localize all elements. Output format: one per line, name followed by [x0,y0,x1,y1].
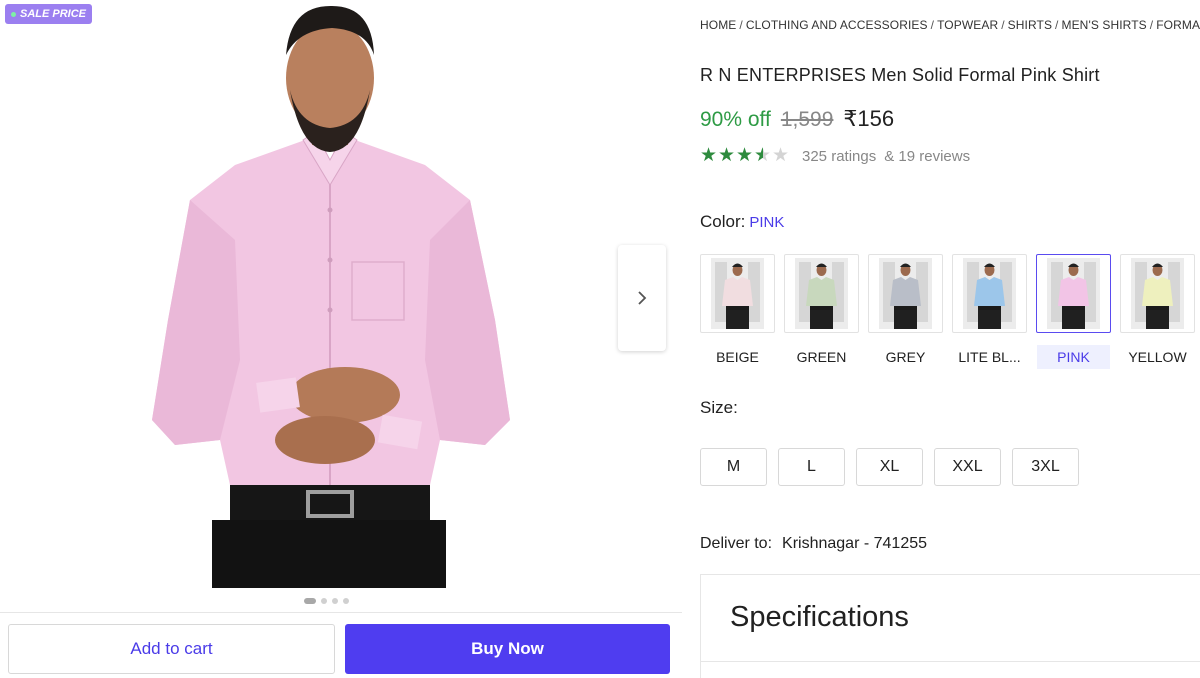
sale-badge-label: SALE PRICE [20,8,87,20]
buy-now-button[interactable]: Buy Now [345,624,670,674]
swatch-label: PINK [1037,345,1110,369]
star-icon: ★ [700,145,718,166]
size-options: M L XL XXL 3XL [700,448,1079,486]
size-option-button[interactable]: XL [856,448,923,486]
swatch-image [963,258,1016,329]
specifications-title: Specifications [730,601,909,633]
selected-color: PINK [749,214,785,231]
swatch-image [795,258,848,329]
swatch-label: GREY [885,349,926,365]
image-pagination [304,598,349,604]
size-option-button[interactable]: L [778,448,845,486]
breadcrumb-item[interactable]: FORMAL [1156,18,1200,32]
star-icon: ★ [754,145,772,166]
star-icon: ★ [718,145,736,166]
swatch-label: LITE BL... [958,349,1021,365]
divider [701,661,1200,662]
color-swatch[interactable]: GREY [868,254,943,369]
swatch-image [1131,258,1184,329]
rating-row: ★ ★ ★ ★ ★ 325 ratings & 19 reviews [700,146,970,166]
size-label: Size: [700,398,738,417]
breadcrumb-item[interactable]: SHIRTS [1008,18,1052,32]
discount-percent: 90% off [700,108,771,131]
swatch-label: GREEN [796,349,847,365]
breadcrumb-item[interactable]: HOME [700,18,736,32]
color-swatch[interactable]: PINK [1036,254,1111,369]
sale-badge: SALE PRICE [5,4,93,24]
swatch-label: YELLOW [1128,349,1187,365]
swatch-image [711,258,764,329]
swatch-thumbnail[interactable] [700,254,775,333]
sale-dot-icon [11,11,16,17]
price-row: 90% off 1,599 ₹156 [700,106,894,132]
color-swatch[interactable]: BEIGE [700,254,775,369]
next-image-button[interactable] [618,245,666,351]
color-label: Color: PINK [700,212,784,232]
chevron-right-icon [638,291,647,305]
color-swatch[interactable]: LITE BL... [952,254,1027,369]
selling-price: ₹156 [843,106,895,131]
reviews-count[interactable]: & 19 reviews [884,148,970,165]
swatch-thumbnail[interactable] [868,254,943,333]
size-option-button[interactable]: XXL [934,448,1001,486]
color-swatch[interactable]: YELLOW [1120,254,1195,369]
size-option-button[interactable]: 3XL [1012,448,1079,486]
swatch-thumbnail[interactable] [952,254,1027,333]
breadcrumb: HOME / CLOTHING AND ACCESSORIES / TOPWEAR / SH… [700,18,1200,32]
swatch-image [879,258,932,329]
breadcrumb-item[interactable]: CLOTHING AND ACCESSORIES [746,18,928,32]
pagination-dot[interactable] [304,598,316,604]
swatch-image [1047,258,1100,329]
star-rating: ★ ★ ★ ★ ★ [700,146,790,166]
divider [0,612,682,613]
color-label-text: Color: [700,212,746,231]
swatch-thumbnail[interactable] [1036,254,1111,333]
add-to-cart-button[interactable]: Add to cart [8,624,335,674]
product-image[interactable] [140,0,530,588]
product-title: R N ENTERPRISES Men Solid Formal Pink Sh… [700,65,1100,85]
specifications-section: Specifications [700,574,1200,678]
breadcrumb-item[interactable]: MEN'S SHIRTS [1061,18,1146,32]
color-swatches: BEIGE GREEN GREY LITE BL... PINK YELLOW [700,254,1195,369]
deliver-to-label: Deliver to: [700,535,773,552]
swatch-thumbnail[interactable] [1120,254,1195,333]
pagination-dot[interactable] [332,598,338,604]
color-swatch[interactable]: GREEN [784,254,859,369]
delivery-row: Deliver to: Krishnagar - 741255 [700,535,927,553]
size-option-button[interactable]: M [700,448,767,486]
original-price: 1,599 [780,108,834,131]
ratings-count[interactable]: 325 ratings [802,148,876,165]
star-icon: ★ [772,145,790,166]
delivery-location[interactable]: Krishnagar - 741255 [782,535,927,552]
product-gallery: SALE PRICE Add to cart Buy Now [0,0,682,678]
breadcrumb-item[interactable]: TOPWEAR [937,18,998,32]
pagination-dot[interactable] [321,598,327,604]
pagination-dot[interactable] [343,598,349,604]
swatch-thumbnail[interactable] [784,254,859,333]
product-details: HOME / CLOTHING AND ACCESSORIES / TOPWEAR / SH… [700,0,1200,678]
star-icon: ★ [736,145,754,166]
swatch-label: BEIGE [716,349,759,365]
